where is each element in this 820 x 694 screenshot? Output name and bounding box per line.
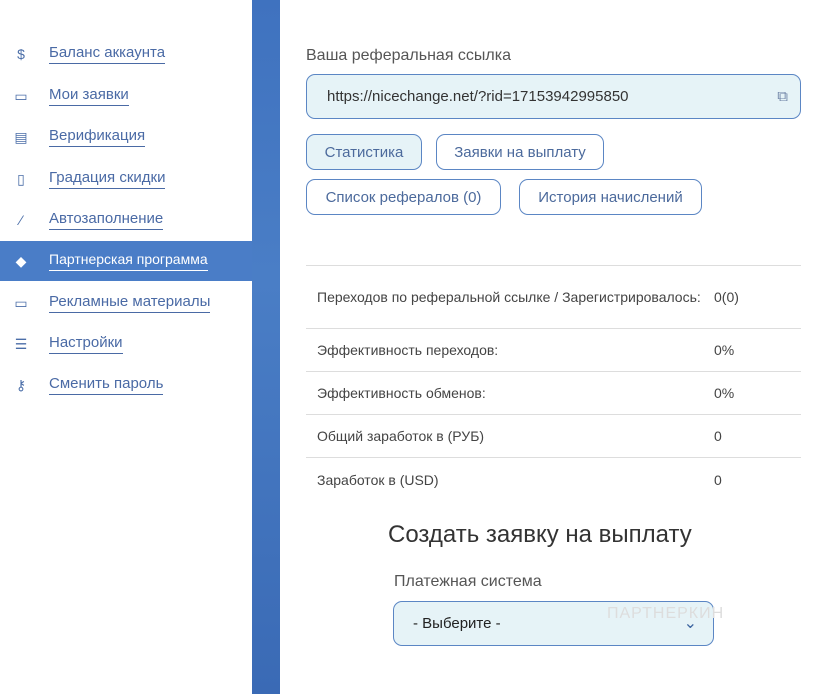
sidebar-item-partner[interactable]: ◆ Партнерская программа xyxy=(0,241,252,281)
sidebar-item-label: Градация скидки xyxy=(49,169,166,189)
sidebar-item-promo[interactable]: ▭ Рекламные материалы xyxy=(0,283,252,323)
stat-key: Эффективность обменов: xyxy=(317,385,486,401)
sidebar-item-label: Мои заявки xyxy=(49,86,129,106)
stat-value: 0 xyxy=(714,471,722,488)
sidebar-item-orders[interactable]: ▭ Мои заявки xyxy=(0,76,252,116)
stat-key: Переходов по реферальной ссылке / Зареги… xyxy=(317,289,701,305)
payment-system-select[interactable]: - Выберите - ⌄ xyxy=(393,601,714,646)
table-row: Эффективность обменов: 0% xyxy=(306,372,801,415)
sidebar-item-settings[interactable]: ☰ Настройки xyxy=(0,324,252,364)
table-row: Общий заработок в (РУБ) 0 xyxy=(306,415,801,458)
stat-value: 0% xyxy=(714,342,735,358)
tab-statistics[interactable]: Статистика xyxy=(306,134,422,170)
sidebar-item-verification[interactable]: ▤ Верификация xyxy=(0,117,252,157)
payout-title: Создать заявку на выплату xyxy=(388,521,692,548)
sidebar-item-label: Сменить пароль xyxy=(49,375,164,395)
tab-payout-requests[interactable]: Заявки на выплату xyxy=(436,134,604,170)
table-row: Эффективность переходов: 0% xyxy=(306,329,801,372)
badge-icon: ▯ xyxy=(17,170,25,187)
key-icon: ⚷ xyxy=(15,376,27,393)
chevron-down-icon: ⌄ xyxy=(683,615,697,632)
decorative-strip xyxy=(252,0,280,694)
stat-key: Заработок в (USD) xyxy=(317,471,439,488)
briefcase-icon: ▭ xyxy=(14,87,28,104)
referral-label: Ваша реферальная ссылка xyxy=(306,47,512,64)
copy-icon[interactable]: ⧉ xyxy=(777,88,788,105)
sidebar-item-autofill[interactable]: ⁄ Автозаполнение xyxy=(0,200,252,240)
sidebar-item-label: Рекламные материалы xyxy=(49,293,211,313)
stat-value: 0 xyxy=(714,428,722,444)
sidebar-item-label: Настройки xyxy=(49,334,123,354)
magic-wand-icon: ⁄ xyxy=(19,212,23,228)
stats-table: Переходов по реферальной ссылке / Зареги… xyxy=(306,265,801,501)
tab-accrual-history[interactable]: История начислений xyxy=(519,179,702,215)
sidebar-item-discount[interactable]: ▯ Градация скидки xyxy=(0,159,252,199)
sidebar-item-label: Баланс аккаунта xyxy=(49,44,166,64)
diamond-icon: ◆ xyxy=(15,252,27,269)
main-content: Ваша реферальная ссылка https://nicechan… xyxy=(280,0,820,694)
table-row: Заработок в (USD) 0 xyxy=(306,458,801,501)
sidebar-item-label: Партнерская программа xyxy=(49,251,208,271)
sidebar: $ Баланс аккаунта ▭ Мои заявки ▤ Верификаци… xyxy=(0,0,252,694)
sidebar-item-password[interactable]: ⚷ Сменить пароль xyxy=(0,365,252,405)
payment-system-value: - Выберите - xyxy=(413,615,501,632)
sidebar-item-label: Верификация xyxy=(49,127,146,147)
stat-value: 0(0) xyxy=(714,289,739,305)
sidebar-item-label: Автозаполнение xyxy=(49,210,164,230)
payment-system-label: Платежная система xyxy=(394,573,542,590)
money-bag-icon: $ xyxy=(17,46,25,62)
sidebar-item-balance[interactable]: $ Баланс аккаунта xyxy=(0,34,252,74)
id-card-icon: ▤ xyxy=(14,128,28,145)
table-row: Переходов по реферальной ссылке / Зареги… xyxy=(306,266,801,329)
sliders-icon: ☰ xyxy=(14,335,28,352)
folder-icon: ▭ xyxy=(14,294,28,311)
stat-value: 0% xyxy=(714,385,735,401)
stat-key: Общий заработок в (РУБ) xyxy=(317,428,485,444)
stat-key: Эффективность переходов: xyxy=(317,342,499,358)
referral-link: https://nicechange.net/?rid=171539429958… xyxy=(327,88,629,105)
tab-referral-list[interactable]: Список рефералов (0) xyxy=(306,179,501,215)
referral-link-field[interactable]: https://nicechange.net/?rid=171539429958… xyxy=(306,74,801,119)
